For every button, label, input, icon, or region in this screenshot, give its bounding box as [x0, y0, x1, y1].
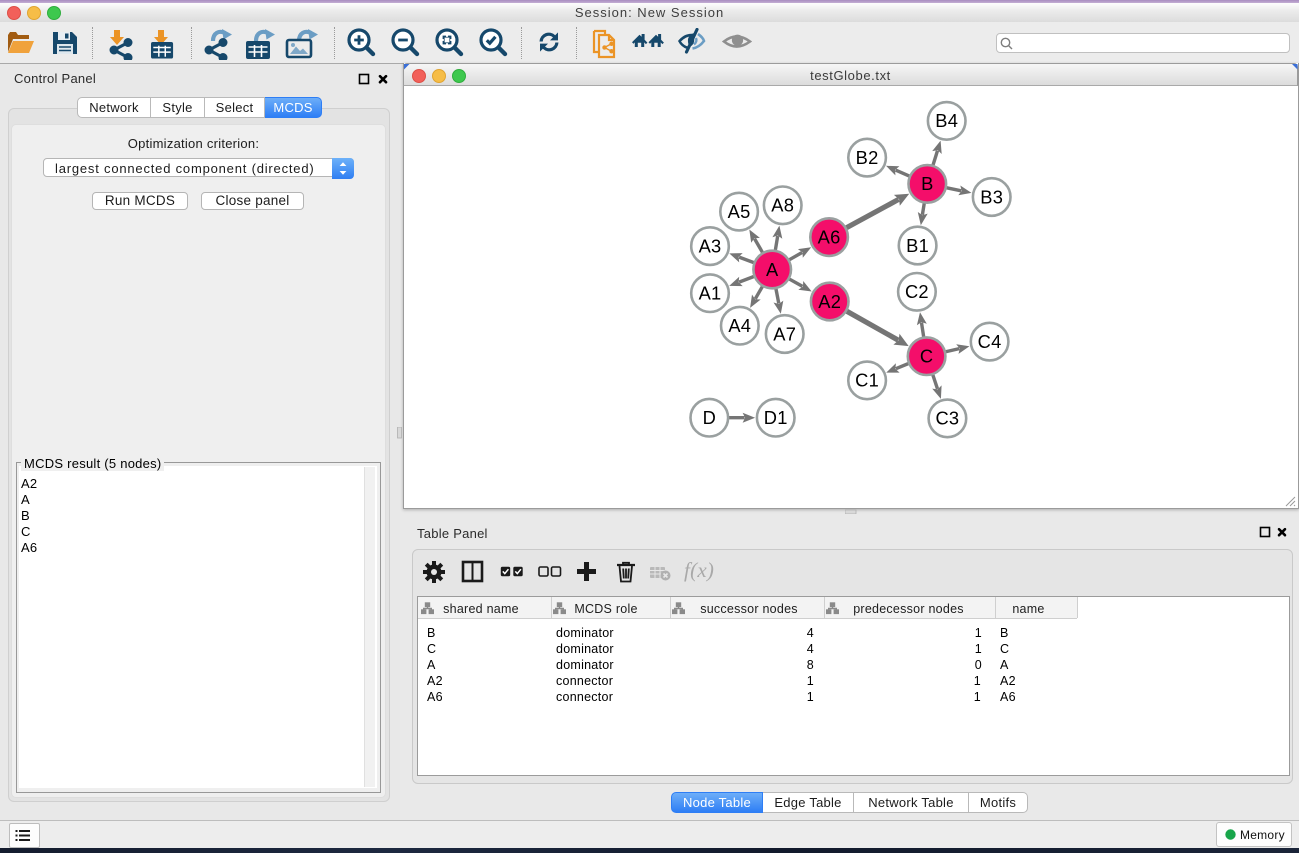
svg-text:D: D [703, 407, 716, 428]
svg-text:C1: C1 [855, 370, 879, 391]
svg-text:C2: C2 [905, 281, 929, 302]
svg-text:A1: A1 [699, 283, 722, 304]
svg-text:A5: A5 [728, 201, 751, 222]
svg-text:B1: B1 [906, 235, 929, 256]
svg-text:A: A [766, 259, 779, 280]
svg-text:B: B [921, 173, 933, 194]
svg-text:B4: B4 [935, 110, 958, 131]
svg-text:A2: A2 [818, 291, 841, 312]
svg-text:A4: A4 [728, 315, 751, 336]
svg-text:A8: A8 [771, 195, 794, 216]
svg-text:C3: C3 [935, 408, 959, 429]
svg-text:A3: A3 [699, 235, 722, 256]
svg-text:C4: C4 [978, 331, 1002, 352]
svg-text:D1: D1 [764, 407, 788, 428]
svg-text:A7: A7 [773, 323, 796, 344]
svg-text:A6: A6 [818, 226, 841, 247]
svg-text:B3: B3 [980, 186, 1003, 207]
svg-text:B2: B2 [856, 147, 879, 168]
svg-text:C: C [920, 346, 933, 367]
